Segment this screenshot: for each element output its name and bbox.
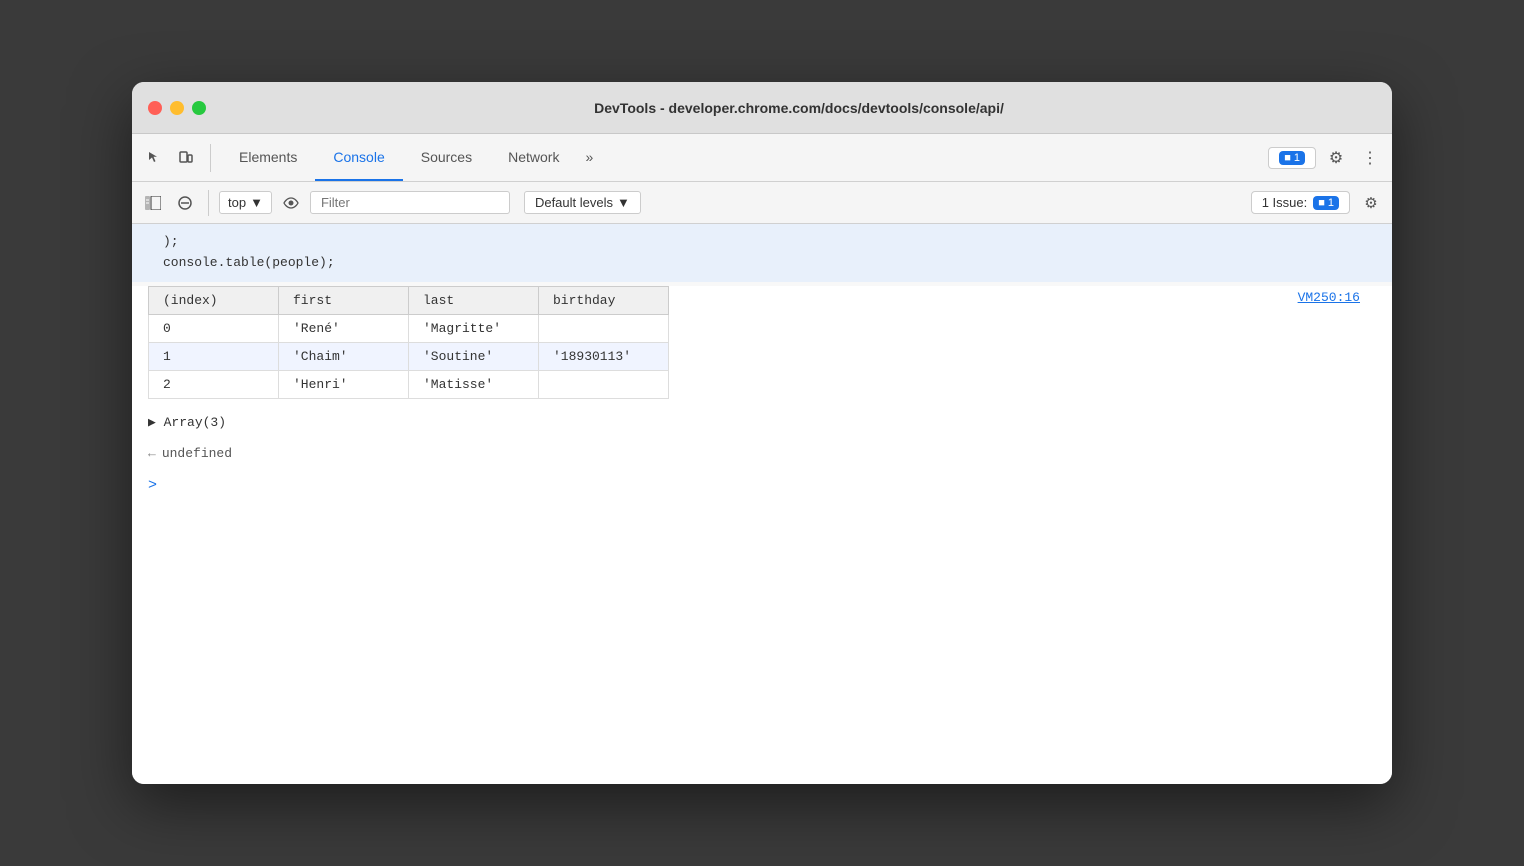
separator — [208, 190, 209, 216]
cell-birthday — [539, 370, 669, 398]
tab-console[interactable]: Console — [315, 134, 402, 181]
return-arrow: ← — [148, 446, 156, 461]
cell-last: 'Soutine' — [409, 342, 539, 370]
more-tabs-button[interactable]: » — [577, 134, 601, 181]
issue-count: 1 — [1294, 152, 1300, 164]
issue-num: 1 — [1328, 197, 1334, 209]
traffic-lights — [148, 101, 206, 115]
filter-input[interactable] — [310, 191, 510, 214]
col-birthday: birthday — [539, 286, 669, 314]
clear-icon[interactable] — [172, 190, 198, 216]
minimize-button[interactable] — [170, 101, 184, 115]
console-prompt[interactable]: > — [132, 469, 1392, 502]
data-table-wrapper: (index) first last birthday 0'René''Magr… — [132, 286, 1392, 407]
settings-icon[interactable]: ⚙ — [1322, 144, 1350, 172]
tab-bar: Elements Console Sources Network » — [221, 134, 601, 181]
prompt-symbol: > — [148, 477, 157, 494]
cell-first: 'René' — [279, 314, 409, 342]
more-options-icon[interactable]: ⋮ — [1356, 144, 1384, 172]
issue-badge: ■ 1 — [1279, 151, 1305, 165]
issue-badge-icon: ■ — [1318, 197, 1325, 209]
cell-index: 1 — [149, 342, 279, 370]
issue-button[interactable]: ■ 1 — [1268, 147, 1316, 169]
cell-birthday: '18930113' — [539, 342, 669, 370]
code-line-1: ); — [163, 232, 1376, 253]
log-level-label: Default levels — [535, 195, 613, 210]
toolbar-right: ■ 1 ⚙ ⋮ — [1268, 144, 1384, 172]
array-toggle[interactable]: ▶ Array(3) — [132, 407, 1392, 438]
table-header-row: (index) first last birthday — [149, 286, 669, 314]
chevron-down-icon: ▼ — [617, 195, 630, 210]
table-row: 1'Chaim''Soutine''18930113' — [149, 342, 669, 370]
cell-last: 'Matisse' — [409, 370, 539, 398]
array-label: ▶ Array(3) — [148, 415, 226, 430]
window-title: DevTools - developer.chrome.com/docs/dev… — [222, 100, 1376, 116]
issue-count-button[interactable]: 1 Issue: ■ 1 — [1251, 191, 1350, 214]
maximize-button[interactable] — [192, 101, 206, 115]
devtools-window: DevTools - developer.chrome.com/docs/dev… — [132, 82, 1392, 784]
titlebar: DevTools - developer.chrome.com/docs/dev… — [132, 82, 1392, 134]
cell-last: 'Magritte' — [409, 314, 539, 342]
issue-count-badge: ■ 1 — [1313, 196, 1339, 210]
context-selector[interactable]: top ▼ — [219, 191, 272, 214]
col-last: last — [409, 286, 539, 314]
code-line-2: console.table(people); — [163, 253, 1376, 274]
cell-first: 'Chaim' — [279, 342, 409, 370]
close-button[interactable] — [148, 101, 162, 115]
tab-elements[interactable]: Elements — [221, 134, 315, 181]
console-toolbar-right: 1 Issue: ■ 1 ⚙ — [1251, 190, 1384, 216]
vm-link[interactable]: VM250:16 — [1298, 286, 1376, 309]
console-content: ); console.table(people); VM250:16 (inde… — [132, 224, 1392, 784]
cell-index: 2 — [149, 370, 279, 398]
log-level-selector[interactable]: Default levels ▼ — [524, 191, 641, 214]
context-label: top — [228, 195, 246, 210]
undefined-row: ← undefined — [132, 438, 1392, 469]
cell-birthday — [539, 314, 669, 342]
separator — [210, 144, 211, 172]
issue-prefix: 1 Issue: — [1262, 195, 1308, 210]
data-table: (index) first last birthday 0'René''Magr… — [148, 286, 669, 399]
sidebar-toggle-icon[interactable] — [140, 190, 166, 216]
tab-sources[interactable]: Sources — [403, 134, 490, 181]
main-toolbar: Elements Console Sources Network » ■ 1 ⚙… — [132, 134, 1392, 182]
tab-network[interactable]: Network — [490, 134, 577, 181]
dropdown-icon: ▼ — [250, 195, 263, 210]
cell-index: 0 — [149, 314, 279, 342]
table-row: 0'René''Magritte' — [149, 314, 669, 342]
code-block: ); console.table(people); — [132, 224, 1392, 282]
undefined-value: undefined — [162, 446, 232, 461]
console-toolbar: top ▼ Default levels ▼ 1 Issue: ■ 1 ⚙ — [132, 182, 1392, 224]
col-index: (index) — [149, 286, 279, 314]
inspect-icon[interactable] — [140, 144, 168, 172]
device-icon[interactable] — [172, 144, 200, 172]
console-settings-icon[interactable]: ⚙ — [1358, 190, 1384, 216]
table-row: 2'Henri''Matisse' — [149, 370, 669, 398]
eye-icon[interactable] — [278, 190, 304, 216]
cell-first: 'Henri' — [279, 370, 409, 398]
col-first: first — [279, 286, 409, 314]
issue-icon: ■ — [1284, 152, 1291, 164]
